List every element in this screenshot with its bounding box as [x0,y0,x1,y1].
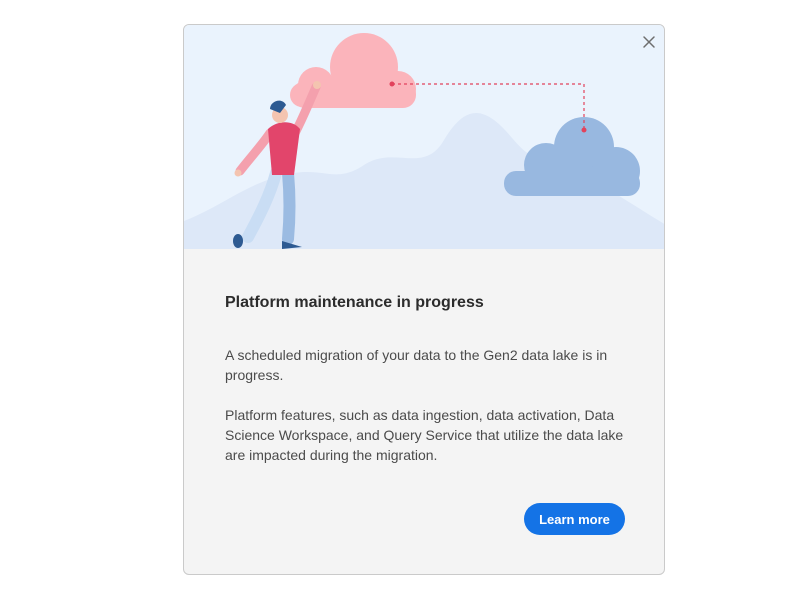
migration-description: A scheduled migration of your data to th… [225,347,608,383]
maintenance-dialog: Platform maintenance in progress A sched… [183,24,665,575]
learn-more-button[interactable]: Learn more [524,503,625,535]
illustration [184,33,664,249]
hero-illustration [184,25,664,249]
impact-description: Platform features, such as data ingestio… [225,407,624,463]
close-button[interactable] [640,33,658,51]
dialog-body: Platform maintenance in progress A sched… [225,293,635,485]
close-icon[interactable] [640,33,658,51]
dialog-title: Platform maintenance in progress [225,294,484,311]
